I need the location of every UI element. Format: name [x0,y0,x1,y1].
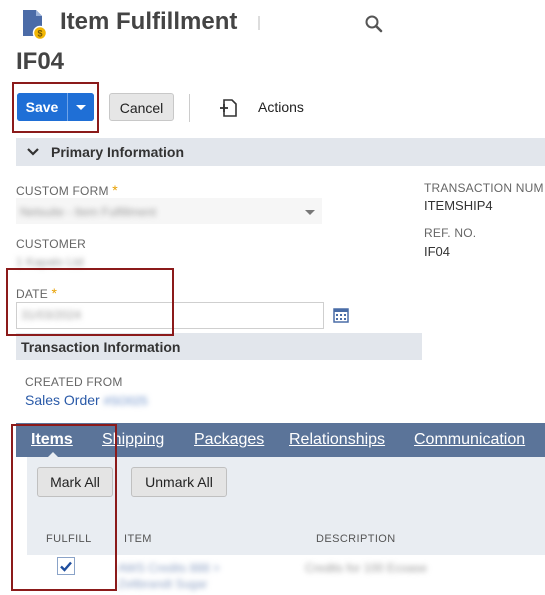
unmark-all-button[interactable]: Unmark All [131,467,227,497]
record-id: IF04 [16,48,65,75]
item-name-line1[interactable]: AWS Credits 888 > [118,561,220,575]
toolbar-divider [189,94,190,122]
custom-form-label: CUSTOM FORM * [16,182,118,198]
page-title: Item Fulfillment [60,8,238,35]
customer-value[interactable]: 1 Kapalo Ltd [16,255,83,269]
item-name-line2[interactable]: Zeltbrandt Sugar [118,577,207,591]
transaction-number-value: ITEMSHIP4 [424,198,493,213]
tab-communication[interactable]: Communication [414,431,525,449]
highlight-box-date [6,268,174,336]
svg-text:$: $ [37,29,42,39]
column-header-description[interactable]: DESCRIPTION [316,533,396,545]
record-type-icon: $ [20,8,50,41]
item-description: Credits for 100 Ecoase [305,561,428,575]
required-star: * [112,182,118,198]
cancel-button[interactable]: Cancel [109,93,174,121]
created-from-number[interactable]: #SO025 [104,394,148,408]
created-from-label: CREATED FROM [25,375,123,389]
column-header-item[interactable]: ITEM [124,533,152,545]
chevron-down-icon[interactable] [26,145,40,159]
primary-information-title: Primary Information [51,144,185,160]
highlight-box-save [12,82,99,133]
search-icon[interactable] [364,14,384,34]
actions-icon[interactable] [218,97,240,119]
created-from-link[interactable]: Sales Order #SO025 [25,392,148,408]
created-from-link-text[interactable]: Sales Order [25,392,100,408]
calendar-icon[interactable] [333,307,349,323]
tab-packages[interactable]: Packages [194,431,264,449]
ref-no-value: IF04 [424,244,451,259]
customer-label: CUSTOMER [16,237,87,251]
transaction-number-label: TRANSACTION NUM [424,181,544,195]
title-edit-caret [258,16,260,30]
highlight-box-fulfill [11,424,117,591]
ref-no-label: REF. NO. [424,226,477,240]
actions-menu-button[interactable]: Actions [258,99,304,115]
custom-form-value: Netsuite - Item Fulfillment [20,205,157,219]
tab-relationships[interactable]: Relationships [289,431,385,449]
chevron-down-icon[interactable] [305,210,315,215]
transaction-information-title: Transaction Information [21,339,181,355]
custom-form-label-text: CUSTOM FORM [16,184,109,198]
